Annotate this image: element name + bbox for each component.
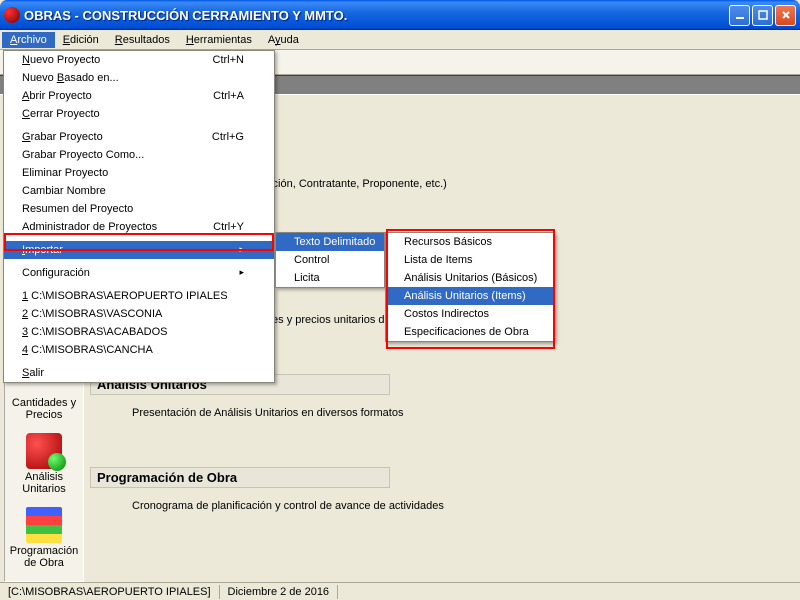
menu-edicion[interactable]: Edición — [55, 32, 107, 48]
status-path: [C:\MISOBRAS\AEROPUERTO IPIALES] — [0, 585, 220, 599]
mi-salir[interactable]: Salir — [4, 364, 274, 382]
window-titlebar: OBRAS - CONSTRUCCIÓN CERRAMIENTO Y MMTO. — [0, 0, 800, 30]
mi-especificaciones[interactable]: Especificaciones de Obra — [386, 323, 554, 341]
menu-separator — [5, 284, 273, 285]
mi-cambiar-nombre[interactable]: Cambiar Nombre — [4, 182, 274, 200]
mi-control[interactable]: Control — [276, 251, 384, 269]
mi-analisis-basicos[interactable]: Análisis Unitarios (Básicos) — [386, 269, 554, 287]
mi-importar[interactable]: Importar — [4, 241, 274, 259]
menubar: Archivo Edición Resultados Herramientas … — [0, 30, 800, 50]
mi-configuracion[interactable]: Configuración — [4, 264, 274, 282]
statusbar: [C:\MISOBRAS\AEROPUERTO IPIALES] Diciemb… — [0, 582, 800, 600]
submenu-importar: Texto Delimitado Control Licita — [275, 232, 385, 288]
mi-grabar-proyecto[interactable]: Grabar ProyectoCtrl+G — [4, 128, 274, 146]
mi-cerrar-proyecto[interactable]: Cerrar Proyecto — [4, 105, 274, 123]
section-desc-2: Presentación de Análisis Unitarios en di… — [132, 407, 792, 419]
menu-separator — [5, 238, 273, 239]
maximize-button[interactable] — [752, 5, 773, 26]
menu-separator — [5, 361, 273, 362]
menu-herramientas[interactable]: Herramientas — [178, 32, 260, 48]
submenu-texto-delimitado: Recursos Básicos Lista de Items Análisis… — [385, 232, 555, 342]
menu-separator — [5, 261, 273, 262]
spheres-icon — [26, 433, 62, 469]
mi-grabar-como[interactable]: Grabar Proyecto Como... — [4, 146, 274, 164]
mi-nuevo-proyecto[interactable]: Nuevo ProyectoCtrl+N — [4, 51, 274, 69]
mi-texto-delimitado[interactable]: Texto Delimitado — [276, 233, 384, 251]
mi-admin-proyectos[interactable]: Administrador de ProyectosCtrl+Y — [4, 218, 274, 236]
menu-ayuda[interactable]: Ayuda — [260, 32, 307, 48]
mi-nuevo-basado[interactable]: Nuevo Basado en... — [4, 69, 274, 87]
mi-abrir-proyecto[interactable]: Abrir ProyectoCtrl+A — [4, 87, 274, 105]
section-header-programacion: Programación de Obra — [90, 467, 390, 488]
menu-separator — [5, 125, 273, 126]
close-button[interactable] — [775, 5, 796, 26]
mi-licita[interactable]: Licita — [276, 269, 384, 287]
mi-analisis-items[interactable]: Análisis Unitarios (Items) — [386, 287, 554, 305]
menu-archivo-dropdown: Nuevo ProyectoCtrl+N Nuevo Basado en... … — [3, 50, 275, 383]
mi-resumen-proyecto[interactable]: Resumen del Proyecto — [4, 200, 274, 218]
note-text: (nombre, descripción, Contratante, Propo… — [190, 178, 792, 190]
app-icon — [4, 7, 20, 23]
mi-recursos-basicos[interactable]: Recursos Básicos — [386, 233, 554, 251]
mi-costos-indirectos[interactable]: Costos Indirectos — [386, 305, 554, 323]
minimize-button[interactable] — [729, 5, 750, 26]
menu-archivo[interactable]: Archivo — [2, 32, 55, 48]
menu-resultados[interactable]: Resultados — [107, 32, 178, 48]
sidebar-item-programacion[interactable]: Programación de Obra — [7, 503, 81, 577]
mi-recent-4[interactable]: 4 C:\MISOBRAS\CANCHA — [4, 341, 274, 359]
mi-lista-items[interactable]: Lista de Items — [386, 251, 554, 269]
mi-eliminar-proyecto[interactable]: Eliminar Proyecto — [4, 164, 274, 182]
mi-recent-1[interactable]: 1 C:\MISOBRAS\AEROPUERTO IPIALES — [4, 287, 274, 305]
stack-icon — [26, 507, 62, 543]
sidebar-item-analisis[interactable]: Análisis Unitarios — [7, 429, 81, 503]
mi-recent-3[interactable]: 3 C:\MISOBRAS\ACABADOS — [4, 323, 274, 341]
window-title: OBRAS - CONSTRUCCIÓN CERRAMIENTO Y MMTO. — [24, 8, 727, 23]
status-date: Diciembre 2 de 2016 — [220, 585, 339, 599]
sidebar-item-cantidades[interactable]: Cantidades y Precios — [7, 393, 81, 429]
mi-recent-2[interactable]: 2 C:\MISOBRAS\VASCONIA — [4, 305, 274, 323]
section-desc-3: Cronograma de planificación y control de… — [132, 500, 792, 512]
